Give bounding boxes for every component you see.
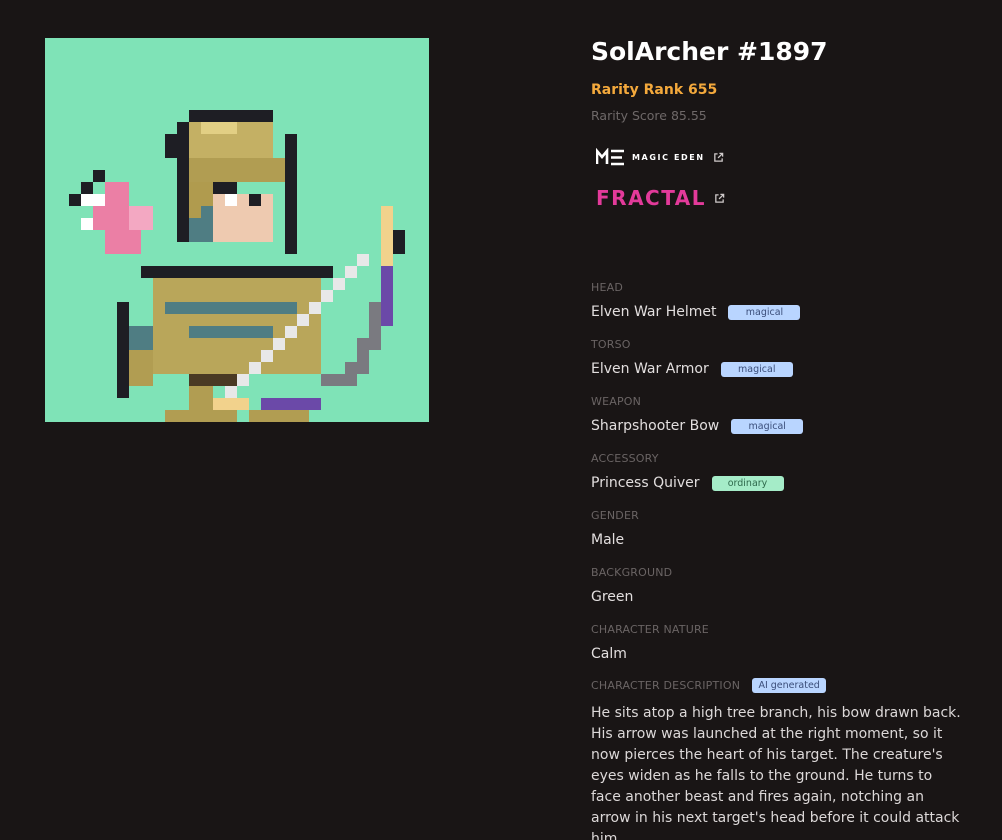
rarity-badge: magical [728,304,801,320]
magic-eden-label: MAGIC EDEN [632,152,705,162]
attr-label-torso: TORSO [591,338,631,351]
attr-label-character-nature: CHARACTER NATURE [591,623,709,636]
attr-row-character-nature: Calm [591,646,627,662]
description-header: CHARACTER DESCRIPTION AI generated [591,678,827,693]
fractal-logo: FRACTAL [596,186,707,210]
attr-row-background: Green [591,589,633,605]
attr-row-torso: Elven War Armor magical [591,361,793,377]
nft-detail-page: SolArcher #1897 Rarity Rank 655 Rarity S… [0,0,1002,840]
ai-generated-badge: AI generated [752,678,827,693]
rarity-badge: magical [720,361,793,377]
attr-row-head: Elven War Helmet magical [591,304,801,320]
magic-eden-logo-icon [596,148,624,166]
attr-row-accessory: Princess Quiver ordinary [591,475,784,491]
rarity-rank: Rarity Rank 655 [591,82,718,98]
attr-label-weapon: WEAPON [591,395,642,408]
attr-value-accessory: Princess Quiver [591,475,700,491]
attr-label-accessory: ACCESSORY [591,452,659,465]
attr-value-head: Elven War Helmet [591,304,717,320]
attr-label-background: BACKGROUND [591,566,673,579]
attr-row-weapon: Sharpshooter Bow magical [591,418,804,434]
attr-value-character-nature: Calm [591,646,627,662]
attr-label-head: HEAD [591,281,624,294]
character-description-text: He sits atop a high tree branch, his bow… [591,705,961,840]
attr-row-gender: Male [591,532,624,548]
archer-pixel-art [69,110,405,422]
attr-value-gender: Male [591,532,625,548]
fractal-link[interactable]: FRACTAL [596,186,725,210]
nft-artwork [45,38,429,422]
external-link-icon [715,193,725,203]
rarity-score: Rarity Score 85.55 [591,108,707,123]
external-link-icon [713,152,723,162]
attr-label-gender: GENDER [591,509,639,522]
rarity-badge: ordinary [711,475,784,491]
nft-title: SolArcher #1897 [591,37,828,66]
attr-label-character-description: CHARACTER DESCRIPTION [591,679,741,692]
attr-value-weapon: Sharpshooter Bow [591,418,720,434]
magic-eden-link[interactable]: MAGIC EDEN [596,148,724,166]
attr-value-background: Green [591,589,634,605]
rarity-badge: magical [731,418,804,434]
attr-value-torso: Elven War Armor [591,361,709,377]
